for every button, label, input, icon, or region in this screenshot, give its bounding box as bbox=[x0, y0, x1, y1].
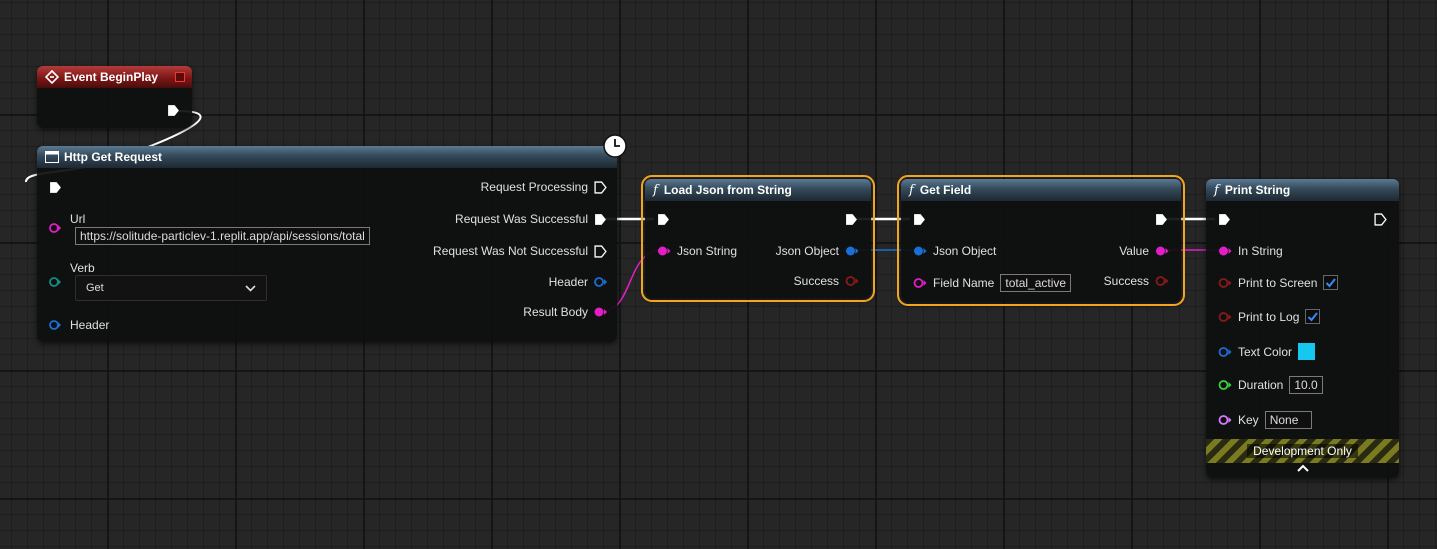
in-string-label: In String bbox=[1238, 244, 1283, 258]
print-to-log-pin[interactable] bbox=[1218, 311, 1232, 323]
load-json-success-pin[interactable] bbox=[845, 275, 859, 287]
header-out-pin[interactable] bbox=[594, 276, 607, 288]
json-object-in-pin[interactable] bbox=[913, 245, 927, 257]
event-beginplay-header: Event BeginPlay bbox=[37, 66, 192, 88]
print-string-exec-in[interactable] bbox=[1218, 213, 1231, 226]
get-field-exec-out[interactable] bbox=[1155, 213, 1168, 226]
print-to-screen-label: Print to Screen bbox=[1238, 275, 1318, 290]
event-beginplay-node[interactable]: Event BeginPlay bbox=[37, 66, 192, 128]
request-success-exec-pin[interactable] bbox=[594, 213, 607, 226]
request-processing-exec-pin[interactable] bbox=[594, 180, 607, 194]
load-json-header: f Load Json from String bbox=[645, 179, 871, 201]
duration-label: Duration bbox=[1238, 378, 1284, 392]
text-color-swatch[interactable] bbox=[1298, 343, 1316, 360]
json-object-in-label: Json Object bbox=[933, 244, 997, 258]
field-name-input[interactable]: total_active bbox=[1000, 274, 1072, 292]
development-only-banner: Development Only bbox=[1206, 439, 1399, 463]
window-icon bbox=[45, 151, 59, 163]
verb-value: Get bbox=[86, 282, 104, 294]
verb-dropdown[interactable]: Get bbox=[75, 275, 267, 301]
diamond-event-icon bbox=[45, 70, 59, 84]
header-in-label: Header bbox=[70, 318, 110, 332]
exec-out-pin[interactable] bbox=[167, 104, 180, 117]
duration-pin[interactable] bbox=[1218, 379, 1232, 391]
http-get-request-title: Http Get Request bbox=[64, 150, 163, 164]
print-string-title: Print String bbox=[1224, 183, 1291, 197]
request-fail-exec-pin[interactable] bbox=[594, 244, 607, 258]
header-in-pin[interactable] bbox=[49, 319, 61, 331]
print-to-screen-pin[interactable] bbox=[1218, 277, 1232, 289]
value-out-pin[interactable] bbox=[1155, 245, 1169, 257]
field-name-pin[interactable] bbox=[913, 277, 927, 289]
print-string-header: f Print String bbox=[1206, 179, 1399, 201]
print-to-log-checkbox[interactable] bbox=[1305, 309, 1321, 324]
text-color-pin[interactable] bbox=[1218, 346, 1232, 358]
event-beginplay-title: Event BeginPlay bbox=[64, 70, 159, 84]
json-object-out-pin[interactable] bbox=[845, 245, 859, 257]
get-field-node[interactable]: f Get Field Json Object Field Name total… bbox=[897, 175, 1185, 306]
get-field-success-label: Success bbox=[1103, 274, 1149, 288]
function-icon: f bbox=[1214, 182, 1219, 198]
result-body-label: Result Body bbox=[523, 305, 588, 319]
check-icon bbox=[1326, 278, 1337, 288]
print-to-log-label: Print to Log bbox=[1238, 309, 1300, 324]
json-string-pin[interactable] bbox=[657, 245, 671, 257]
text-color-label: Text Color bbox=[1238, 344, 1293, 359]
chevron-down-icon bbox=[245, 284, 256, 292]
url-label: Url bbox=[70, 212, 86, 226]
development-only-label: Development Only bbox=[1247, 444, 1358, 458]
http-get-request-header: Http Get Request bbox=[37, 146, 617, 168]
key-label: Key bbox=[1238, 413, 1259, 427]
key-pin[interactable] bbox=[1218, 414, 1232, 426]
print-string-exec-out[interactable] bbox=[1374, 213, 1387, 226]
get-field-title: Get Field bbox=[919, 183, 972, 197]
get-field-success-pin[interactable] bbox=[1155, 275, 1169, 287]
json-string-label: Json String bbox=[677, 244, 738, 258]
clock-icon bbox=[603, 134, 627, 158]
key-input[interactable]: None bbox=[1264, 411, 1312, 429]
event-delegate-pin[interactable] bbox=[175, 72, 185, 82]
load-json-success-label: Success bbox=[793, 274, 839, 288]
chevron-up-icon[interactable] bbox=[1297, 464, 1309, 472]
function-icon: f bbox=[653, 182, 658, 198]
print-to-screen-checkbox[interactable] bbox=[1323, 275, 1339, 290]
verb-label: Verb bbox=[70, 261, 95, 275]
request-success-label: Request Was Successful bbox=[455, 212, 588, 226]
load-json-exec-out[interactable] bbox=[845, 213, 858, 226]
get-field-exec-in[interactable] bbox=[913, 213, 926, 226]
in-string-pin[interactable] bbox=[1218, 245, 1232, 257]
field-name-label: Field Name bbox=[933, 276, 995, 290]
http-get-request-node[interactable]: Http Get Request Url https://solitude-pa… bbox=[37, 134, 627, 342]
load-json-node[interactable]: f Load Json from String Json String Json… bbox=[641, 175, 875, 302]
url-input[interactable]: https://solitude-particlev-1.replit.app/… bbox=[75, 227, 370, 245]
load-json-exec-in[interactable] bbox=[657, 213, 670, 226]
print-string-node[interactable]: f Print String In String Print to Screen… bbox=[1206, 179, 1399, 478]
request-fail-label: Request Was Not Successful bbox=[433, 244, 588, 258]
check-icon bbox=[1308, 312, 1319, 322]
value-out-label: Value bbox=[1119, 244, 1149, 258]
request-processing-label: Request Processing bbox=[480, 180, 588, 194]
load-json-title: Load Json from String bbox=[663, 183, 792, 197]
url-pin[interactable] bbox=[49, 222, 61, 234]
json-object-out-label: Json Object bbox=[775, 244, 839, 258]
get-field-header: f Get Field bbox=[901, 179, 1181, 201]
verb-pin[interactable] bbox=[49, 276, 61, 288]
exec-in-pin[interactable] bbox=[49, 181, 62, 194]
header-out-label: Header bbox=[548, 275, 588, 289]
result-body-pin[interactable] bbox=[594, 306, 607, 318]
function-icon: f bbox=[909, 182, 914, 198]
duration-input[interactable]: 10.0 bbox=[1289, 376, 1323, 394]
